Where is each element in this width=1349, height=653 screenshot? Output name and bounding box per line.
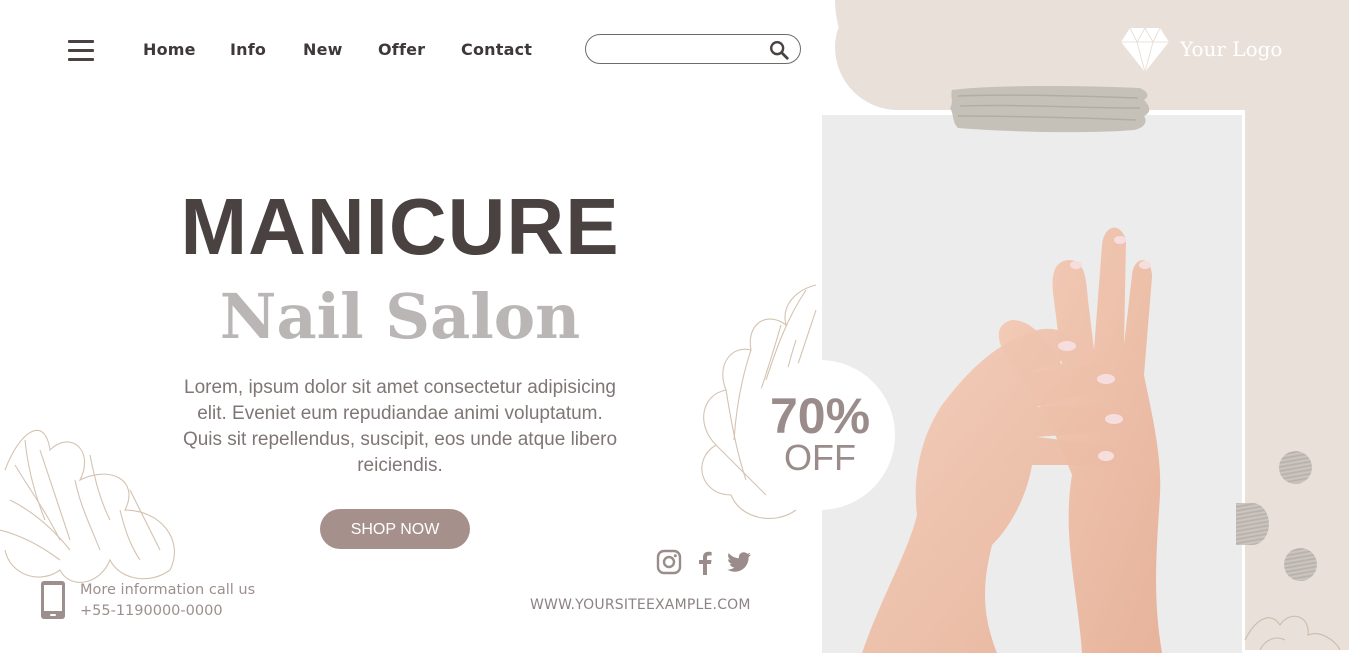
logo-text: Your Logo — [1180, 37, 1283, 61]
discount-percent: 70% — [769, 388, 871, 444]
decorative-dot — [1284, 548, 1317, 581]
search-icon[interactable] — [768, 39, 790, 61]
contact-info-label: More information call us — [80, 582, 256, 598]
search-input[interactable] — [600, 39, 764, 61]
nav-info[interactable]: Info — [230, 40, 266, 59]
nav-new[interactable]: New — [303, 40, 343, 59]
hamburger-menu-icon[interactable] — [68, 40, 94, 62]
paint-stroke-decoration — [950, 86, 1150, 133]
diamond-icon — [1121, 26, 1169, 74]
website-link[interactable]: WWW.YOURSITEEXAMPLE.COM — [530, 597, 751, 613]
instagram-icon[interactable] — [656, 549, 682, 575]
twitter-icon[interactable] — [726, 549, 752, 575]
discount-label: OFF — [784, 437, 856, 478]
decorative-dot — [1279, 451, 1312, 484]
flower-lineart-left — [0, 429, 175, 583]
nav-offer[interactable]: Offer — [378, 40, 425, 59]
shop-now-button[interactable]: SHOP NOW — [320, 509, 470, 549]
nav-home[interactable]: Home — [143, 40, 196, 59]
hero-subtitle: Nail Salon — [219, 280, 581, 353]
contact-phone-number: +55-1190000-0000 — [80, 603, 223, 619]
hero-title: MANICURE — [180, 182, 620, 271]
flower-lineart-right — [1244, 615, 1341, 650]
hands-photo — [822, 112, 1245, 653]
discount-badge: 70% OFF — [745, 360, 895, 510]
decorative-dot — [1236, 503, 1269, 545]
search-box — [585, 34, 801, 64]
hands-illustration — [862, 227, 1162, 653]
brand-logo[interactable]: Your Logo — [1120, 26, 1282, 74]
nav-contact[interactable]: Contact — [461, 40, 532, 59]
facebook-icon[interactable] — [692, 549, 718, 575]
hero-description: Lorem, ipsum dolor sit amet consectetur … — [182, 377, 618, 476]
phone-icon — [41, 581, 65, 619]
